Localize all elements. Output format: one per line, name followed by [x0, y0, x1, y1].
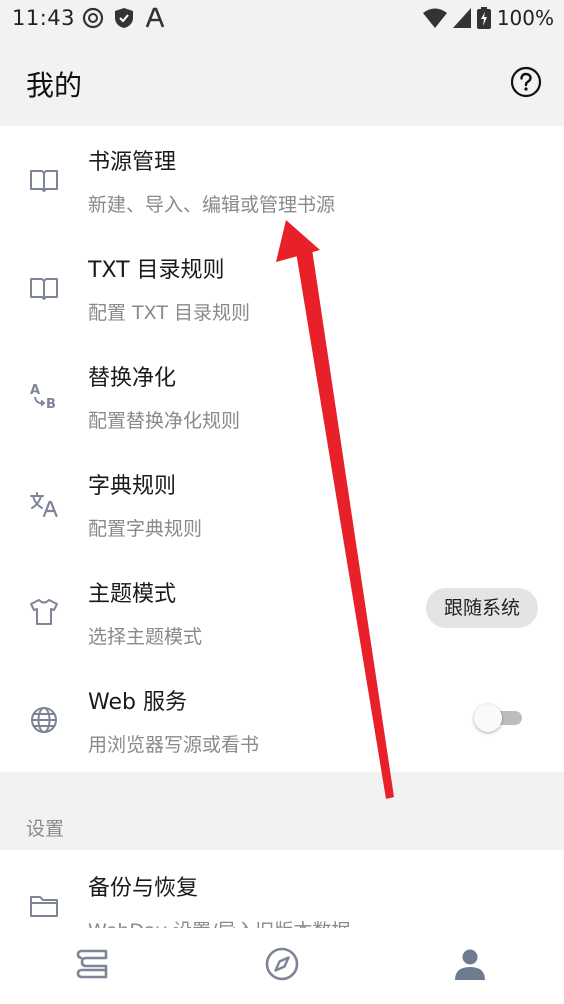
menu-item-title: 备份与恢复 [88, 876, 199, 901]
toggle-thumb [474, 704, 502, 732]
menu-item-theme-mode[interactable]: 主题模式 选择主题模式 跟随系统 [0, 558, 564, 666]
status-bar: 11:43 100% [0, 0, 564, 40]
battery-percent: 100% [496, 6, 554, 30]
page-title: 我的 [26, 69, 83, 102]
book-icon [30, 170, 58, 192]
a-icon [145, 7, 165, 28]
app-bar: 我的 [0, 40, 564, 126]
signal-icon [452, 8, 471, 28]
person-icon [455, 949, 485, 980]
menu-item-subtitle: 用浏览器写源或看书 [88, 734, 260, 756]
wifi-icon [422, 8, 447, 28]
svg-text:A: A [30, 383, 40, 398]
status-time: 11:43 [12, 6, 76, 30]
menu-item-title: 字典规则 [88, 474, 177, 499]
svg-text:B: B [46, 397, 56, 412]
menu-item-replace-rules[interactable]: A B 替换净化 配置替换净化规则 [0, 342, 564, 450]
shirt-icon [30, 599, 58, 625]
menu-item-book-source[interactable]: 书源管理 新建、导入、编辑或管理书源 [0, 126, 564, 234]
bottom-navigation [0, 928, 564, 1004]
menu-item-backup-restore[interactable]: 备份与恢复 WebDav 设置/导入旧版本数据 [0, 850, 564, 930]
menu-item-title: TXT 目录规则 [88, 258, 225, 283]
nav-discover[interactable] [188, 928, 376, 1004]
nav-bookshelf[interactable] [0, 928, 188, 1004]
compass-icon [265, 947, 299, 981]
menu-item-web-service[interactable]: Web 服务 用浏览器写源或看书 [0, 666, 564, 774]
dnd-icon [82, 7, 104, 29]
menu-item-subtitle: 配置替换净化规则 [88, 410, 241, 432]
menu-item-title: 替换净化 [88, 366, 177, 391]
battery-charging-icon [476, 7, 491, 29]
menu-item-subtitle: 配置字典规则 [88, 518, 203, 540]
settings-list: 备份与恢复 WebDav 设置/导入旧版本数据 [0, 850, 564, 930]
menu-item-subtitle: 新建、导入、编辑或管理书源 [88, 194, 336, 216]
help-icon[interactable] [510, 66, 542, 98]
translate-icon [30, 492, 58, 518]
bookshelf-icon [76, 949, 108, 979]
nav-my[interactable] [376, 928, 564, 1004]
shield-icon [115, 8, 133, 28]
menu-item-dictionary-rules[interactable]: 字典规则 配置字典规则 [0, 450, 564, 558]
theme-mode-chip[interactable]: 跟随系统 [425, 588, 538, 628]
replace-ab-icon: A B [30, 383, 56, 412]
menu-item-title: Web 服务 [88, 690, 187, 715]
settings-section-header: 设置 [26, 818, 65, 840]
globe-icon [31, 707, 57, 733]
web-service-toggle[interactable] [474, 704, 522, 732]
status-notification-icons [82, 7, 166, 29]
menu-item-txt-toc-rules[interactable]: TXT 目录规则 配置 TXT 目录规则 [0, 234, 564, 342]
menu-item-subtitle: 选择主题模式 [88, 626, 203, 648]
my-menu-list: 书源管理 新建、导入、编辑或管理书源 TXT 目录规则 配置 TXT 目录规则 … [0, 126, 564, 772]
menu-item-subtitle: 配置 TXT 目录规则 [88, 302, 250, 324]
book-icon [30, 278, 58, 300]
status-system-icons: 100% [422, 6, 554, 30]
folder-icon [30, 896, 58, 917]
menu-item-title: 书源管理 [88, 150, 177, 175]
menu-item-title: 主题模式 [88, 582, 177, 607]
